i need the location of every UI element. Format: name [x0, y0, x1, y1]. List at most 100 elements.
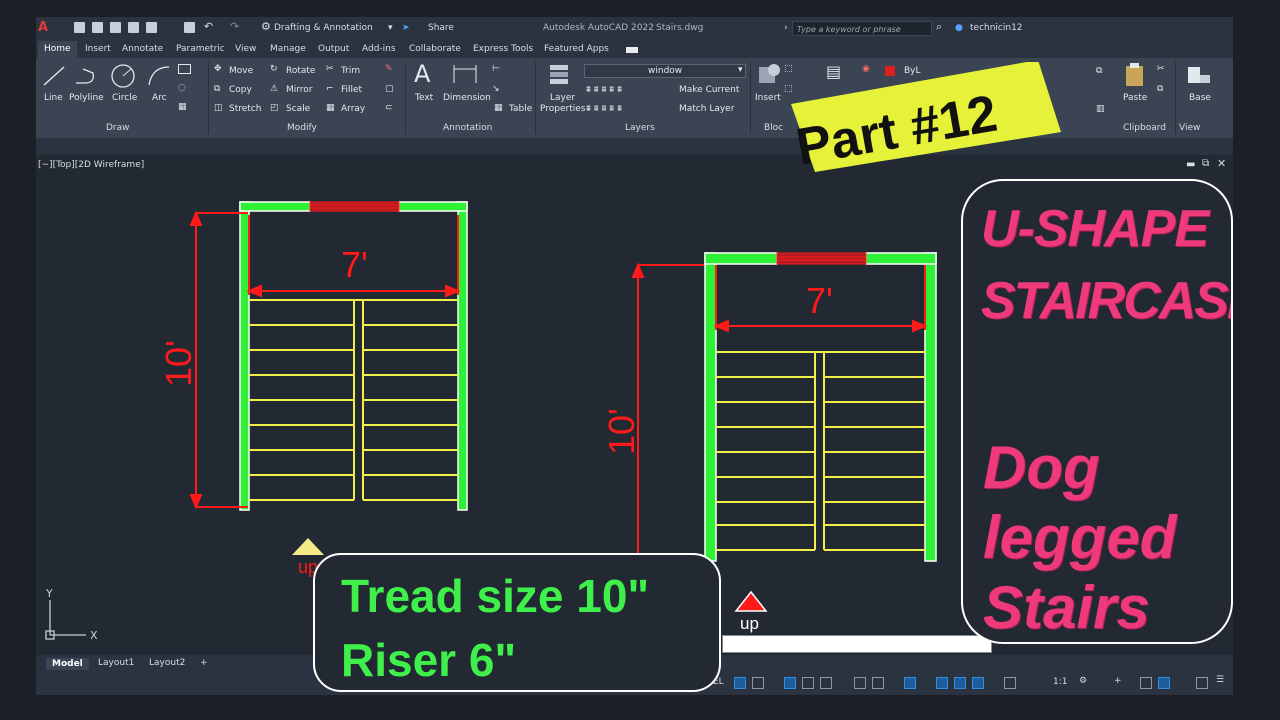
lineweight-icon[interactable]: [936, 677, 948, 689]
snap-icon[interactable]: [752, 677, 764, 689]
group-icon[interactable]: ⧉: [1096, 66, 1102, 76]
tab-home[interactable]: Home: [38, 41, 77, 58]
tab-featured-apps[interactable]: Featured Apps: [544, 44, 609, 54]
leader-icon[interactable]: ⊢: [492, 64, 500, 74]
text-tool-label[interactable]: Text: [415, 93, 433, 103]
tab-layout2[interactable]: Layout2: [149, 658, 185, 668]
osnap-icon[interactable]: [904, 677, 916, 689]
open-file-icon[interactable]: [92, 22, 103, 33]
isolate-icon[interactable]: [1140, 677, 1152, 689]
arc-tool-label[interactable]: Arc: [152, 93, 167, 103]
explode-icon[interactable]: ▢: [385, 84, 394, 94]
clean-screen-icon[interactable]: [1196, 677, 1208, 689]
command-line-input[interactable]: [722, 635, 992, 653]
ribbon-options-icon[interactable]: [626, 47, 638, 53]
tab-model[interactable]: Model: [46, 658, 89, 670]
leader-style-icon[interactable]: ↘: [492, 84, 500, 94]
chevron-right-icon[interactable]: ›: [784, 23, 788, 33]
chevron-down-icon[interactable]: ▾: [738, 65, 743, 75]
polar-icon[interactable]: [820, 677, 832, 689]
make-current-button[interactable]: Make Current: [679, 85, 739, 95]
annotation-monitor-icon[interactable]: [1004, 677, 1016, 689]
ortho-icon[interactable]: [802, 677, 814, 689]
tab-manage[interactable]: Manage: [270, 44, 306, 54]
current-layer-name[interactable]: window: [648, 66, 682, 76]
tab-insert[interactable]: Insert: [85, 44, 111, 54]
hatch-icon[interactable]: ◌: [178, 83, 186, 93]
offset-icon[interactable]: ⊂: [385, 103, 393, 113]
insert-button[interactable]: Insert: [755, 93, 781, 103]
dimension-tool-label[interactable]: Dimension: [443, 93, 491, 103]
workspace-selector[interactable]: Drafting & Annotation: [274, 23, 373, 33]
layer-properties-label-1[interactable]: Layer: [550, 93, 575, 103]
match-layer-button[interactable]: Match Layer: [679, 104, 734, 114]
clipboard-panel-label[interactable]: Clipboard: [1123, 123, 1166, 133]
rectangle-icon[interactable]: [178, 64, 191, 74]
circle-icon[interactable]: [110, 63, 136, 89]
table-tool-label[interactable]: Table: [509, 104, 532, 114]
hardware-accel-icon[interactable]: [1158, 677, 1170, 689]
isodraft-icon[interactable]: [854, 677, 866, 689]
grid-icon[interactable]: [734, 677, 746, 689]
plus-icon[interactable]: +: [1114, 676, 1122, 686]
mirror-button[interactable]: Mirror: [286, 85, 313, 95]
tab-layout1[interactable]: Layout1: [98, 658, 134, 668]
base-button[interactable]: Base: [1189, 93, 1211, 103]
layer-tools-icons[interactable]: ⩩⩩⩩⩩⩩: [586, 104, 625, 114]
add-layout-icon[interactable]: +: [200, 658, 208, 668]
cut-icon[interactable]: ✂: [1157, 64, 1165, 74]
circle-tool-label[interactable]: Circle: [112, 93, 137, 103]
move-button[interactable]: Move: [229, 66, 253, 76]
tab-view[interactable]: View: [235, 44, 256, 54]
copy-clip-icon[interactable]: ⧉: [1157, 84, 1163, 94]
tab-output[interactable]: Output: [318, 44, 349, 54]
save-as-icon[interactable]: [128, 22, 139, 33]
utilities-icon[interactable]: ▥: [1096, 104, 1105, 114]
annotation-panel-label[interactable]: Annotation: [443, 123, 492, 133]
scale-button[interactable]: Scale: [286, 104, 310, 114]
chevron-down-icon[interactable]: ▾: [388, 23, 393, 33]
polyline-icon[interactable]: [73, 63, 99, 89]
erase-icon[interactable]: ✎: [385, 64, 393, 74]
search-icon[interactable]: ⌕: [936, 20, 942, 34]
tab-annotate[interactable]: Annotate: [122, 44, 163, 54]
layers-panel-label[interactable]: Layers: [625, 123, 655, 133]
annotation-scale[interactable]: 1:1: [1053, 677, 1067, 687]
paste-button[interactable]: Paste: [1123, 93, 1147, 103]
fillet-button[interactable]: Fillet: [341, 85, 362, 95]
draw-panel-label[interactable]: Draw: [106, 123, 130, 133]
workspace-gear-icon[interactable]: ⚙: [1079, 676, 1087, 686]
gradient-icon[interactable]: ▦: [178, 102, 187, 112]
line-tool-label[interactable]: Line: [44, 93, 63, 103]
copy-button[interactable]: Copy: [229, 85, 252, 95]
line-icon[interactable]: [41, 63, 67, 89]
tab-add-ins[interactable]: Add-ins: [362, 44, 396, 54]
layer-properties-label-2[interactable]: Properties: [540, 104, 585, 114]
array-button[interactable]: Array: [341, 104, 365, 114]
layer-state-icons[interactable]: ⩩⩩⩩⩩⩩: [586, 85, 625, 95]
help-search-input[interactable]: Type a keyword or phrase: [792, 21, 932, 36]
plot-icon[interactable]: [146, 22, 157, 33]
selection-cycling-icon[interactable]: [972, 677, 984, 689]
trim-button[interactable]: Trim: [341, 66, 360, 76]
infer-constraints-icon[interactable]: [784, 677, 796, 689]
tab-collaborate[interactable]: Collaborate: [409, 44, 461, 54]
user-icon[interactable]: ●: [955, 23, 963, 33]
customization-menu-icon[interactable]: ☰: [1216, 675, 1224, 685]
polyline-tool-label[interactable]: Polyline: [69, 93, 104, 103]
new-file-icon[interactable]: [74, 22, 85, 33]
user-name[interactable]: technicin12: [970, 23, 1023, 33]
rotate-button[interactable]: Rotate: [286, 66, 315, 76]
modify-panel-label[interactable]: Modify: [287, 123, 317, 133]
redo-icon[interactable]: ↷: [230, 20, 239, 33]
autocad-logo-icon[interactable]: A: [38, 20, 51, 35]
save-icon[interactable]: [110, 22, 121, 33]
block-panel-label[interactable]: Bloc: [764, 123, 783, 133]
print-icon[interactable]: [184, 22, 195, 33]
osnap-tracking-icon[interactable]: [872, 677, 884, 689]
share-button[interactable]: Share: [428, 23, 454, 33]
undo-icon[interactable]: ↶: [204, 20, 213, 33]
arc-icon[interactable]: [146, 63, 172, 89]
tab-express-tools[interactable]: Express Tools: [473, 44, 533, 54]
stretch-button[interactable]: Stretch: [229, 104, 261, 114]
